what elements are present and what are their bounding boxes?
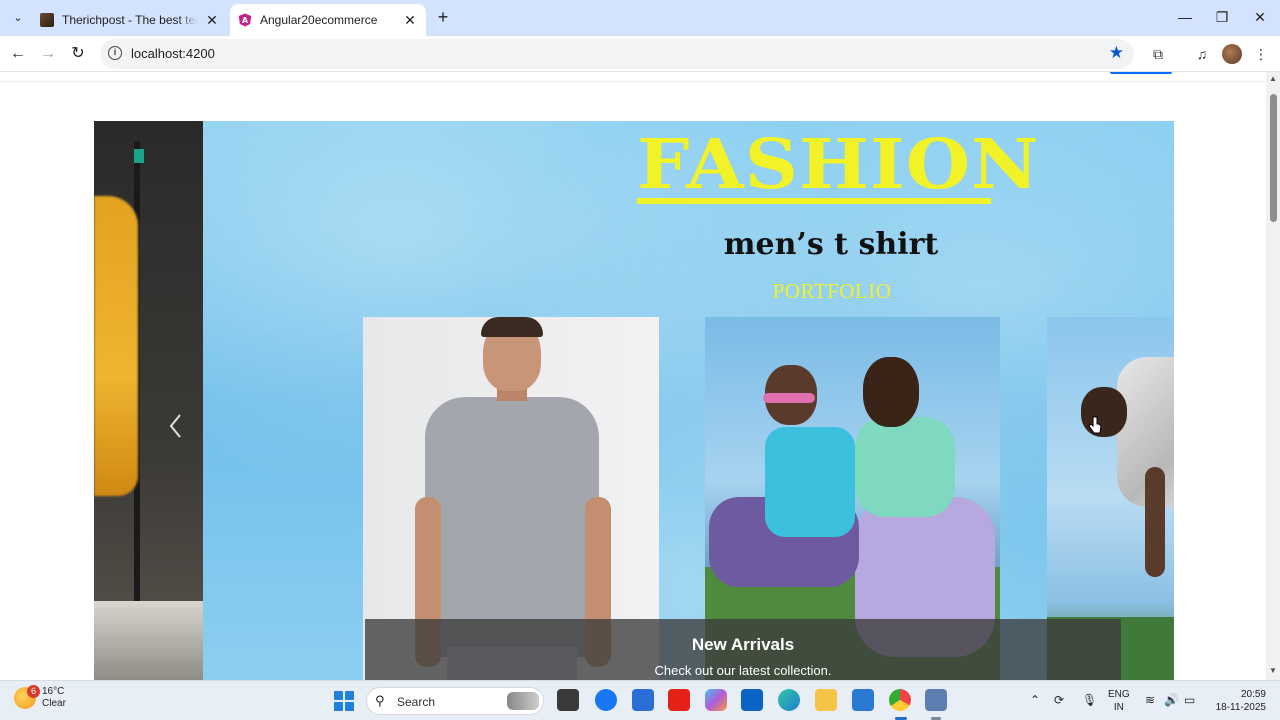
carousel-caption: New Arrivals Check out our latest collec… (365, 619, 1121, 680)
new-tab-button[interactable]: + (432, 6, 454, 28)
reload-icon: ↻ (71, 45, 85, 62)
edge-icon[interactable] (778, 689, 800, 711)
volume-icon[interactable]: 🔊 (1164, 693, 1179, 707)
search-label: Search (397, 695, 436, 709)
clock[interactable]: 20:59 18-11-2025 (1206, 688, 1266, 714)
weather-sun-icon: 6 (14, 685, 40, 709)
start-button[interactable] (334, 691, 354, 711)
facebook-icon[interactable] (595, 689, 617, 711)
mint-top (855, 417, 955, 517)
windows-logo-tile (334, 702, 343, 711)
temperature: 16°C (42, 686, 65, 697)
tab-therichpost[interactable]: Therichpost - The best tech and ✕ (32, 4, 228, 36)
model-head (863, 357, 919, 427)
scroll-up-icon[interactable]: ▲ (1269, 74, 1277, 83)
site-info-icon[interactable]: i (108, 46, 122, 60)
sync-icon[interactable]: ⟳ (1054, 693, 1064, 707)
back-button[interactable]: ← (5, 41, 31, 67)
clock-date: 18-11-2025 (1215, 702, 1266, 713)
close-tab-icon[interactable]: ✕ (402, 12, 418, 28)
heading-underline (637, 198, 991, 204)
table-surface (94, 601, 203, 680)
active-slide: FASHION men’s t shirt PORTFOLIO (203, 121, 1174, 680)
chevron-up-icon[interactable]: ⌃ (1030, 693, 1040, 707)
menu-kebab-icon[interactable]: ⋮ (1251, 44, 1271, 64)
chevron-down-icon: ⌄ (13, 11, 23, 24)
yellow-shirt (94, 196, 138, 496)
battery-icon[interactable]: ▭ (1184, 693, 1195, 707)
therichpost-favicon-icon (40, 13, 54, 27)
weather-badge: 6 (27, 685, 40, 698)
youtube-icon[interactable] (668, 689, 690, 711)
grey-tshirt (425, 397, 599, 657)
model-arm (1145, 467, 1165, 577)
slide-tagline: PORTFOLIO (772, 279, 892, 303)
scroll-down-icon[interactable]: ▼ (1269, 666, 1277, 675)
camera-app-icon[interactable] (925, 689, 947, 711)
windows-logo-tile (345, 702, 354, 711)
restore-button[interactable]: ❐ (1207, 6, 1237, 28)
wifi-icon[interactable]: ≋ (1145, 693, 1155, 707)
header-button-edge[interactable] (1110, 72, 1172, 74)
close-window-button[interactable]: ✕ (1245, 6, 1275, 28)
caption-text: Check out our latest collection. (654, 663, 832, 678)
address-url[interactable]: localhost:4200 (131, 46, 215, 61)
chrome-icon[interactable] (889, 689, 911, 711)
pink-sunglasses (763, 393, 815, 403)
svg-text:A: A (242, 16, 249, 25)
model-hair (481, 317, 543, 337)
tab-strip: ⌄ Therichpost - The best tech and ✕ A An… (0, 0, 1280, 36)
extensions-icon[interactable]: ⧉ (1148, 44, 1168, 64)
language-indicator[interactable]: ENG IN (1108, 688, 1130, 714)
store-icon[interactable] (632, 689, 654, 711)
angular-favicon-icon: A (238, 13, 252, 27)
scrollbar-thumb[interactable] (1270, 94, 1277, 222)
reload-button[interactable]: ↻ (65, 41, 91, 67)
caption-title: New Arrivals (691, 635, 795, 654)
search-highlight-image (507, 692, 539, 710)
weather-widget[interactable]: 6 16°C Clear (14, 685, 66, 710)
weather-condition: Clear (42, 698, 66, 709)
hero-carousel: FASHION men’s t shirt PORTFOLIO New Arri… (94, 121, 1174, 680)
region-code: IN (1113, 702, 1124, 713)
windows-taskbar: 6 16°C Clear ⚲ Search ⌃ ⟳ 🎙 ENG IN ≋ 🔊 ▭… (0, 680, 1280, 720)
search-icon: ⚲ (375, 693, 385, 708)
tab-search-button[interactable]: ⌄ (6, 6, 30, 28)
slide-subheading: men’s t shirt (723, 227, 939, 262)
outlook-icon[interactable] (741, 689, 763, 711)
microphone-icon[interactable]: 🎙 (1082, 693, 1097, 707)
tab-angular20ecommerce[interactable]: A Angular20ecommerce ✕ (230, 4, 426, 36)
arrow-left-icon: ← (10, 45, 26, 62)
windows-logo-tile (345, 691, 354, 700)
task-view-icon[interactable] (557, 689, 579, 711)
chevron-left-icon (169, 414, 181, 438)
forward-button[interactable]: → (35, 41, 61, 67)
carousel-prev-button[interactable] (164, 411, 188, 441)
copilot-icon[interactable] (705, 689, 727, 711)
page-scrollbar[interactable]: ▲ ▼ (1266, 72, 1280, 680)
hand-cursor-icon (1088, 416, 1102, 434)
language-code: ENG (1108, 689, 1130, 700)
close-tab-icon[interactable]: ✕ (204, 12, 220, 28)
stand-clip (134, 149, 144, 163)
fashion-heading: FASHION (637, 125, 1040, 205)
tab-title: Angular20ecommerce (260, 13, 378, 27)
media-control-icon[interactable]: ♫ (1192, 44, 1212, 64)
vscode-icon[interactable] (852, 689, 874, 711)
clock-time: 20:59 (1240, 689, 1266, 700)
bookmark-star-icon[interactable]: ★ (1109, 43, 1124, 63)
header-edge (0, 72, 1266, 82)
profile-avatar[interactable] (1222, 44, 1242, 64)
minimize-button[interactable]: — (1170, 6, 1200, 28)
taskbar-search[interactable]: ⚲ Search (366, 687, 544, 715)
browser-toolbar: ← → ↻ i localhost:4200 ★ ⧉ ♫ ⋮ (0, 36, 1280, 72)
arrow-right-icon: → (40, 45, 56, 62)
windows-logo-tile (334, 691, 343, 700)
blue-top (765, 427, 855, 537)
address-bar[interactable]: i localhost:4200 ★ (100, 39, 1134, 69)
file-explorer-icon[interactable] (815, 689, 837, 711)
previous-slide-image (94, 121, 203, 680)
tab-title: Therichpost - The best tech and (62, 13, 198, 27)
web-page: FASHION men’s t shirt PORTFOLIO New Arri… (0, 72, 1266, 680)
